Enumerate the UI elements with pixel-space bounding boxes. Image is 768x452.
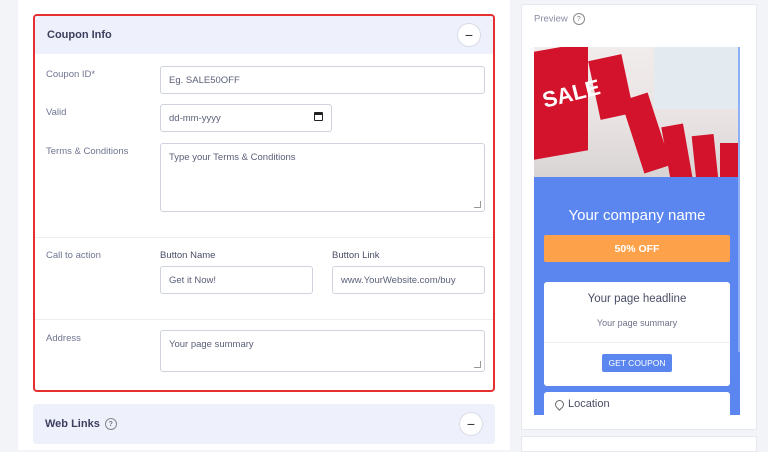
resize-handle-icon[interactable]	[474, 361, 481, 368]
coupon-id-input[interactable]: Eg. SALE50OFF	[160, 66, 485, 94]
valid-date-input[interactable]: dd-mm-yyyy	[160, 104, 332, 132]
address-label: Address	[46, 333, 81, 344]
sale-flag	[691, 133, 719, 177]
card-divider	[544, 342, 730, 343]
preview-label-text: Preview	[534, 13, 568, 25]
location-card: Location	[544, 392, 730, 415]
button-name-label: Button Name	[160, 250, 216, 261]
button-link-value: www.YourWebsite.com/buy	[341, 274, 456, 286]
web-links-title-text: Web Links	[45, 417, 100, 430]
address-placeholder: Your page summary	[169, 339, 254, 350]
section-divider	[35, 237, 493, 238]
offer-badge: 50% OFF	[544, 235, 730, 262]
button-name-input[interactable]: Get it Now!	[160, 266, 313, 294]
location-pin-icon	[553, 398, 566, 411]
get-coupon-button[interactable]: GET COUPON	[602, 354, 672, 372]
valid-label: Valid	[46, 107, 67, 118]
address-textarea[interactable]: Your page summary	[160, 330, 485, 372]
collapse-button[interactable]: −	[457, 23, 481, 47]
preview-label: Preview?	[534, 13, 585, 25]
company-name: Your company name	[568, 207, 706, 224]
collapse-button[interactable]: −	[459, 412, 483, 436]
coupon-id-label: Coupon ID*	[46, 69, 96, 80]
sale-flag	[720, 143, 740, 177]
valid-date-placeholder: dd-mm-yyyy	[169, 112, 221, 124]
coupon-info-title: Coupon Info	[47, 29, 112, 41]
terms-label: Terms & Conditions	[46, 146, 129, 157]
web-links-title: Web Links?	[45, 417, 117, 431]
help-icon[interactable]: ?	[104, 418, 117, 431]
calendar-icon[interactable]	[314, 112, 323, 121]
preview-content-card: Your page headline Your page summary GET…	[544, 282, 730, 386]
help-icon[interactable]: ?	[572, 13, 585, 25]
resize-handle-icon[interactable]	[474, 201, 481, 208]
background-building	[654, 47, 740, 109]
terms-placeholder: Type your Terms & Conditions	[169, 152, 296, 163]
button-link-label: Button Link	[332, 250, 380, 261]
coupon-info-header[interactable]: Coupon Info −	[35, 16, 493, 54]
page-summary: Your page summary	[596, 318, 678, 328]
button-link-input[interactable]: www.YourWebsite.com/buy	[332, 266, 485, 294]
location-label: Location	[568, 398, 610, 410]
button-name-value: Get it Now!	[169, 274, 216, 286]
web-links-section[interactable]: Web Links? −	[33, 404, 495, 444]
sale-flag	[661, 123, 693, 177]
preview-scrollbar[interactable]	[738, 47, 740, 352]
cta-label: Call to action	[46, 250, 101, 261]
coupon-preview: SALE Your company name 50% OFF Your page…	[534, 47, 740, 415]
hero-image: SALE	[534, 47, 740, 177]
section-divider	[35, 319, 493, 320]
coupon-info-section: Coupon Info − Coupon ID* Eg. SALE50OFF V…	[33, 14, 495, 392]
page-headline: Your page headline	[587, 293, 687, 305]
terms-textarea[interactable]: Type your Terms & Conditions	[160, 143, 485, 212]
coupon-id-placeholder: Eg. SALE50OFF	[169, 74, 240, 86]
